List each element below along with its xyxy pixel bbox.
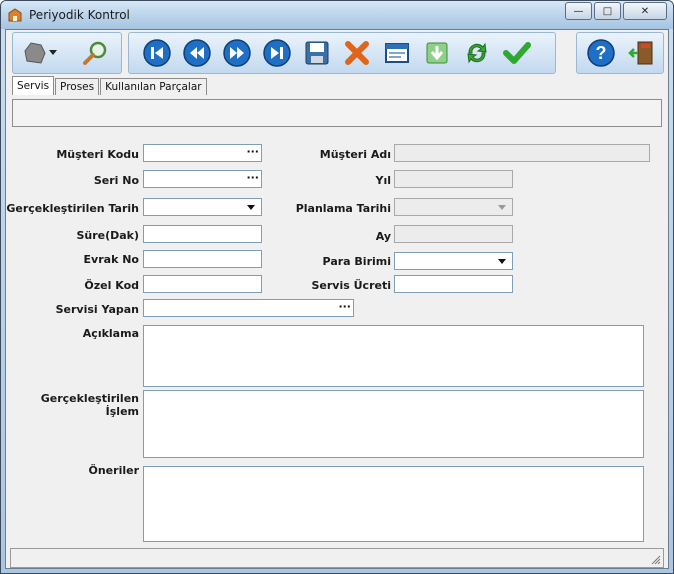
ozel-kod-label: Özel Kod xyxy=(84,279,139,292)
evrak-no-label: Evrak No xyxy=(83,253,139,266)
exit-icon xyxy=(628,41,653,65)
servis-ucreti-label: Servis Ücreti xyxy=(311,279,392,292)
close-button[interactable]: ✕ xyxy=(623,2,667,20)
seri-no-input[interactable]: ··· xyxy=(143,170,262,188)
check-icon xyxy=(503,42,531,64)
save-icon xyxy=(305,41,329,65)
planlama-tarihi-label: Planlama Tarihi xyxy=(295,202,391,215)
window-button[interactable] xyxy=(381,37,413,69)
ay-field xyxy=(394,225,513,243)
search-icon xyxy=(83,41,107,65)
refresh-button[interactable] xyxy=(461,37,493,69)
refresh-icon xyxy=(467,42,487,64)
minimize-icon: — xyxy=(573,5,584,17)
toolbar: ? xyxy=(10,32,664,74)
window-icon xyxy=(385,43,409,63)
yil-label: Yıl xyxy=(375,174,391,187)
previous-record-icon xyxy=(183,39,211,67)
download-button[interactable] xyxy=(421,37,453,69)
gerceklestirilen-tarih-label: Gerçekleştirilen Tarih xyxy=(6,202,139,215)
tab-strip: Servis Proses Kullanılan Parçalar xyxy=(12,76,208,96)
resize-grip-icon[interactable] xyxy=(651,555,661,565)
maximize-icon: □ xyxy=(602,5,613,17)
aciklama-textarea[interactable] xyxy=(143,325,644,387)
help-button[interactable]: ? xyxy=(585,37,617,69)
next-record-button[interactable] xyxy=(221,37,253,69)
previous-record-button[interactable] xyxy=(181,37,213,69)
seri-no-label: Seri No xyxy=(93,174,139,187)
planlama-tarihi-select xyxy=(394,198,513,216)
musteri-adi-label: Müşteri Adı xyxy=(319,148,391,161)
close-icon: ✕ xyxy=(640,5,650,17)
first-record-button[interactable] xyxy=(141,37,173,69)
exit-button[interactable] xyxy=(625,37,657,69)
gerceklestirilen-islem-label: Gerçekleştirilen İşlem xyxy=(40,392,139,418)
application-window: Periyodik Kontrol — □ ✕ ? Servis Proses … xyxy=(0,0,674,574)
gerceklestirilen-islem-textarea[interactable] xyxy=(143,390,644,458)
client-area: ? Servis Proses Kullanılan Parçalar Müşt… xyxy=(5,29,669,569)
aciklama-label: Açıklama xyxy=(82,327,139,340)
servis-ucreti-input[interactable] xyxy=(394,275,513,293)
help-icon: ? xyxy=(587,39,615,67)
sure-label: Süre(Dak) xyxy=(76,229,139,242)
servisi-yapan-label: Servisi Yapan xyxy=(55,303,139,316)
toolbar-group-tools xyxy=(12,32,122,74)
minimize-button[interactable]: — xyxy=(565,2,592,20)
gerceklestirilen-tarih-select[interactable] xyxy=(143,198,262,216)
next-record-icon xyxy=(223,39,251,67)
para-birimi-select[interactable] xyxy=(394,252,513,270)
header-panel xyxy=(12,99,662,127)
tab-kullanilan-parcalar[interactable]: Kullanılan Parçalar xyxy=(100,78,207,95)
servisi-yapan-input[interactable]: ··· xyxy=(143,299,354,317)
first-record-icon xyxy=(143,39,171,67)
window-title: Periyodik Kontrol xyxy=(29,8,130,22)
last-record-button[interactable] xyxy=(261,37,293,69)
para-birimi-label: Para Birimi xyxy=(322,255,391,268)
app-icon xyxy=(8,8,22,22)
component-icon xyxy=(24,42,46,64)
title-bar[interactable]: Periyodik Kontrol — □ ✕ xyxy=(1,1,673,29)
musteri-kodu-label: Müşteri Kodu xyxy=(56,148,139,161)
servisi-yapan-lookup-button[interactable]: ··· xyxy=(338,300,351,314)
svg-text:?: ? xyxy=(596,43,607,63)
maximize-button[interactable]: □ xyxy=(594,2,621,20)
confirm-button[interactable] xyxy=(501,37,533,69)
oneriler-textarea[interactable] xyxy=(143,466,644,542)
toolbar-group-navigation xyxy=(128,32,556,74)
musteri-adi-field xyxy=(394,144,650,162)
save-button[interactable] xyxy=(301,37,333,69)
dropdown-button[interactable] xyxy=(47,37,59,69)
chevron-down-icon xyxy=(498,259,506,264)
ozel-kod-input[interactable] xyxy=(143,275,262,293)
tab-servis[interactable]: Servis xyxy=(12,76,55,95)
sure-input[interactable] xyxy=(143,225,262,243)
tab-proses[interactable]: Proses xyxy=(55,78,100,95)
yil-field xyxy=(394,170,513,188)
toolbar-group-help: ? xyxy=(576,32,664,74)
evrak-no-input[interactable] xyxy=(143,250,262,268)
oneriler-label: Öneriler xyxy=(88,464,140,477)
status-bar xyxy=(10,548,664,568)
musteri-kodu-input[interactable]: ··· xyxy=(143,144,262,162)
chevron-down-icon xyxy=(498,205,506,210)
delete-icon xyxy=(345,41,369,65)
ay-label: Ay xyxy=(375,230,391,243)
download-icon xyxy=(426,42,448,64)
dropdown-arrow-icon xyxy=(49,50,57,55)
delete-button[interactable] xyxy=(341,37,373,69)
last-record-icon xyxy=(263,39,291,67)
search-button[interactable] xyxy=(79,37,111,69)
